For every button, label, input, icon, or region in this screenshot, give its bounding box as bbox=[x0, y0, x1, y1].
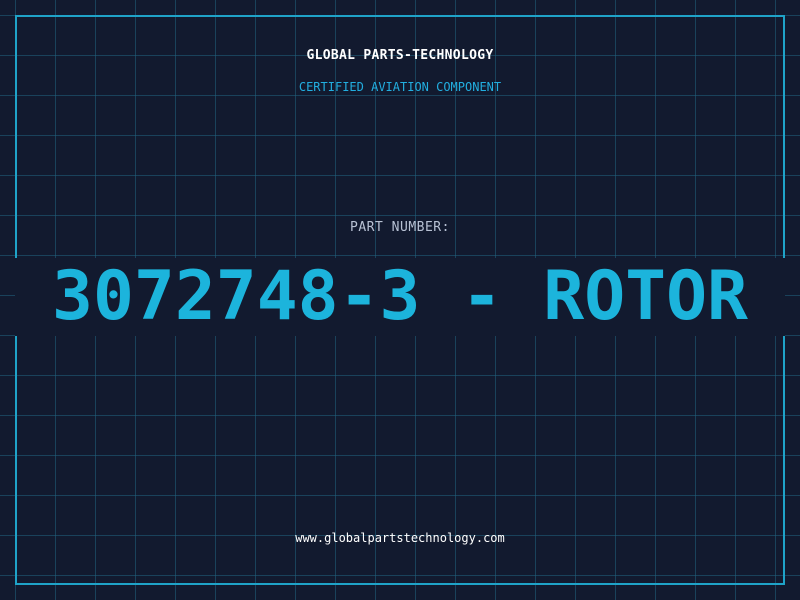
part-card: GLOBAL PARTS-TECHNOLOGY CERTIFIED AVIATI… bbox=[0, 0, 800, 600]
part-number-value: 3072748-3 - ROTOR bbox=[52, 257, 748, 336]
part-number-label: PART NUMBER: bbox=[350, 220, 450, 235]
website-url: www.globalpartstechnology.com bbox=[295, 531, 505, 545]
company-name: GLOBAL PARTS-TECHNOLOGY bbox=[306, 48, 494, 63]
certification-tagline: CERTIFIED AVIATION COMPONENT bbox=[298, 80, 502, 94]
